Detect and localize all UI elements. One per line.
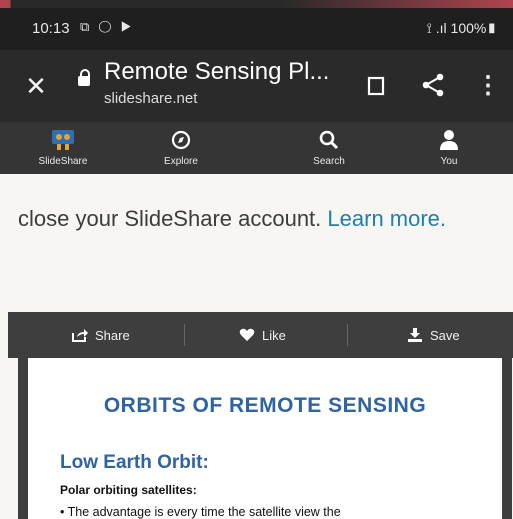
like-label: Like — [262, 327, 286, 343]
compass-icon — [136, 128, 226, 152]
nav-label-you: You — [440, 156, 458, 167]
status-bar-tint — [0, 0, 513, 8]
slide-subheading: Polar orbiting satellites: — [60, 483, 197, 497]
nav-label-explore: Explore — [164, 156, 198, 167]
learn-more-link[interactable]: Learn more. — [327, 206, 446, 231]
bookmark-icon[interactable] — [362, 72, 390, 100]
person-icon — [404, 128, 494, 152]
nav-item-slideshare[interactable]: SlideShare — [18, 122, 108, 174]
notification-icons: ⧉ ◯ ▶ — [80, 19, 135, 34]
page-domain[interactable]: slideshare.net — [104, 90, 197, 107]
page-title[interactable]: Remote Sensing Pl... — [104, 58, 329, 86]
slide-bullet: • The advantage is every time the satell… — [60, 505, 341, 519]
slide-title: ORBITS OF REMOTE SENSING — [103, 394, 427, 417]
share-arrow-icon — [72, 329, 88, 342]
slide-preview[interactable]: ORBITS OF REMOTE SENSING Low Earth Orbit… — [28, 358, 502, 519]
nav-item-search[interactable]: Search — [284, 122, 374, 174]
share-icon[interactable] — [418, 70, 448, 100]
status-time: 10:13 — [32, 20, 70, 37]
more-vert-icon[interactable]: ⋮ — [476, 70, 500, 100]
status-bar: 10:13 ⧉ ◯ ▶ ⟟ .ıl 100%▮ — [0, 0, 513, 50]
share-button[interactable]: Share — [72, 312, 130, 358]
like-button[interactable]: Like — [239, 312, 286, 358]
save-button[interactable]: Save — [407, 312, 460, 358]
nav-label-search: Search — [313, 156, 345, 167]
app-nav: SlideShare Explore Search You — [0, 122, 513, 174]
download-icon — [408, 328, 422, 342]
slideshare-logo-icon — [18, 128, 108, 152]
nav-label-slideshare: SlideShare — [38, 156, 88, 167]
account-notice: close your SlideShare account. Learn mor… — [18, 200, 488, 238]
search-icon — [284, 128, 374, 152]
browser-toolbar: ✕ Remote Sensing Pl... slideshare.net ⋮ — [0, 50, 513, 122]
notice-text: close your SlideShare account. — [18, 206, 328, 231]
heart-icon — [239, 328, 255, 341]
divider — [184, 324, 185, 346]
lock-icon — [78, 69, 90, 86]
share-label: Share — [95, 327, 130, 343]
nav-item-explore[interactable]: Explore — [136, 122, 226, 174]
nav-item-you[interactable]: You — [404, 122, 494, 174]
battery-signal-status: ⟟ .ıl 100%▮ — [426, 20, 497, 36]
slide-heading: Low Earth Orbit: — [60, 452, 209, 473]
close-icon[interactable]: ✕ — [18, 68, 54, 104]
document-action-bar: Share Like Save — [8, 312, 513, 358]
save-label: Save — [430, 327, 460, 343]
divider — [347, 324, 348, 346]
